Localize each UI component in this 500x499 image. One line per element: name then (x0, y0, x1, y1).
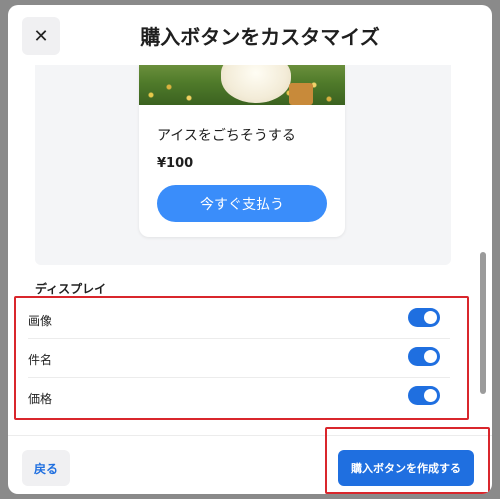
back-button[interactable]: 戻る (22, 450, 70, 486)
product-name: アイスをごちそうする (157, 128, 296, 144)
pay-now-button[interactable]: 今すぐ支払う (157, 185, 327, 222)
modal-header: ✕ 購入ボタンをカスタマイズ (8, 5, 492, 65)
product-image (139, 65, 345, 105)
product-price: ¥100 (157, 156, 194, 171)
modal-title: 購入ボタンをカスタマイズ (140, 25, 380, 49)
customize-button-modal: ✕ 購入ボタンをカスタマイズ アイスをごちそうする ¥100 今すぐ支払う ディ… (8, 5, 492, 494)
product-card-preview: アイスをごちそうする ¥100 今すぐ支払う (139, 65, 345, 237)
display-toggles-highlight (14, 296, 469, 420)
modal-scroll-area[interactable]: アイスをごちそうする ¥100 今すぐ支払う ディスプレイ 画像 件名 価格 (8, 65, 492, 435)
create-button-highlight (325, 427, 490, 494)
preview-panel: アイスをごちそうする ¥100 今すぐ支払う (35, 65, 451, 265)
scrollbar-thumb[interactable] (480, 252, 486, 394)
display-section-label: ディスプレイ (35, 282, 107, 296)
